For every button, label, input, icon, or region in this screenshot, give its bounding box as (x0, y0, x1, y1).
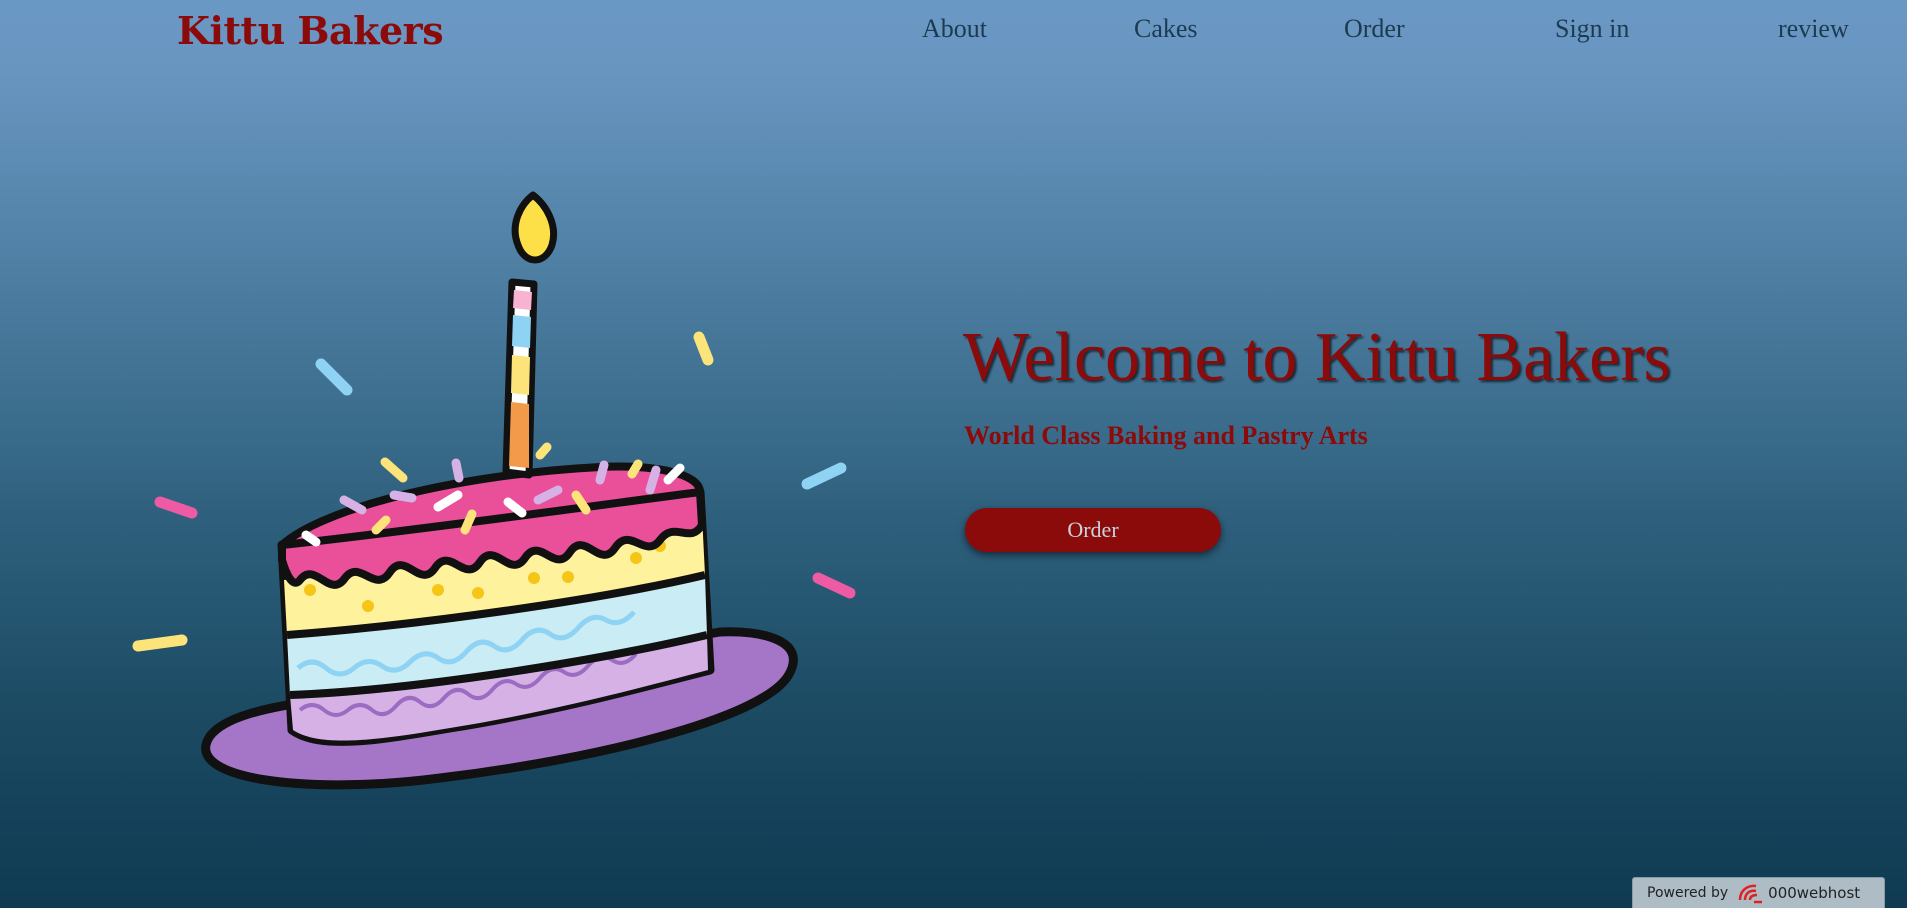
nav-sign-in[interactable]: Sign in (1555, 14, 1629, 44)
nav-about[interactable]: About (922, 14, 987, 44)
nav-cakes[interactable]: Cakes (1134, 14, 1198, 44)
nav-review[interactable]: review (1778, 14, 1849, 44)
hero-title: Welcome to Kittu Bakers (963, 319, 1671, 396)
nav-order[interactable]: Order (1344, 14, 1405, 44)
powered-by-label: Powered by (1647, 885, 1729, 901)
site-logo[interactable]: Kittu Bakers (177, 8, 444, 53)
order-button[interactable]: Order (965, 508, 1221, 552)
cake-illustration (132, 191, 856, 790)
powered-by-brand: 000webhost (1768, 884, 1861, 902)
hero-subtitle: World Class Baking and Pastry Arts (964, 421, 1368, 450)
powered-by-badge[interactable]: Powered by 000webhost (1632, 877, 1885, 908)
000webhost-logo-icon (1738, 884, 1763, 904)
